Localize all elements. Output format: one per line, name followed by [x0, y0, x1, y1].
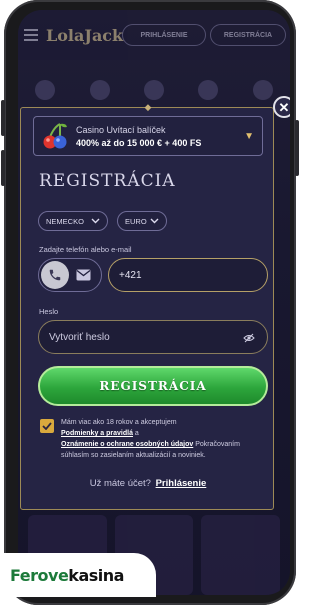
- check-icon: [42, 422, 52, 430]
- chevron-down-icon: [150, 217, 159, 226]
- close-icon[interactable]: ✕: [273, 96, 290, 118]
- terms-link[interactable]: Podmienky a pravidlá: [61, 430, 133, 437]
- menu-icon[interactable]: [24, 29, 38, 41]
- bonus-selector[interactable]: Casino Uvítací balíček 400% až do 15 000…: [33, 116, 263, 156]
- terms-part1: Mám viac ako 18 rokov a akceptujem: [61, 419, 177, 426]
- country-value: NEMECKO: [46, 216, 84, 226]
- bonus-subtitle: 400% až do 15 000 € + 400 FS: [76, 137, 202, 148]
- site-logo: LolaJack: [46, 25, 124, 45]
- registration-modal: ◆ Casino Uvítací balíček 400% až do 15 0…: [20, 103, 275, 510]
- register-submit-button[interactable]: REGISTRÁCIA: [38, 366, 268, 406]
- chevron-down-icon: ▼: [244, 131, 254, 142]
- contact-type-toggle: [38, 258, 102, 292]
- password-input[interactable]: Vytvoriť heslo: [38, 320, 268, 354]
- terms-checkbox[interactable]: [40, 419, 54, 433]
- bonus-title: Casino Uvítací balíček: [76, 124, 166, 135]
- modal-ornament: ◆: [144, 102, 152, 112]
- terms-part2: a: [132, 430, 139, 437]
- side-button: [1, 100, 5, 136]
- chevron-down-icon: [91, 217, 100, 226]
- privacy-link[interactable]: Oznámenie o ochrane osobných údajov: [61, 441, 193, 448]
- power-button: [295, 120, 299, 176]
- have-account-row: Už máte účet? Prihlásenie: [21, 478, 275, 489]
- header-register-button[interactable]: REGISTRÁCIA: [210, 24, 286, 46]
- login-link[interactable]: Prihlásenie: [156, 478, 207, 489]
- phone-input[interactable]: +421: [108, 258, 268, 292]
- phone-icon[interactable]: [41, 261, 69, 289]
- side-button: [1, 150, 5, 186]
- password-label: Heslo: [39, 307, 59, 316]
- phone-frame: LolaJack PRIHLÁSENIE REGISTRÁCIA ◆ Casin…: [1, 0, 299, 605]
- password-placeholder: Vytvoriť heslo: [49, 331, 110, 343]
- terms-text: Mám viac ako 18 rokov a akceptujem Podmi…: [61, 417, 266, 461]
- watermark-logo: Ferovekasina: [0, 553, 156, 597]
- modal-title: REGISTRÁCIA: [39, 171, 176, 191]
- currency-select[interactable]: EURO: [117, 211, 167, 231]
- eye-off-icon[interactable]: [243, 333, 255, 346]
- cherry-icon: [40, 121, 70, 151]
- contact-label: Zadajte telefón alebo e-mail: [39, 245, 132, 254]
- mail-icon[interactable]: [76, 268, 91, 286]
- watermark-part2: kasina: [68, 565, 124, 585]
- country-select[interactable]: NEMECKO: [38, 211, 108, 231]
- screen: LolaJack PRIHLÁSENIE REGISTRÁCIA ◆ Casin…: [18, 10, 290, 595]
- watermark-part1: Ferove: [10, 565, 69, 585]
- header-login-button[interactable]: PRIHLÁSENIE: [122, 24, 206, 46]
- currency-value: EURO: [125, 216, 147, 226]
- have-account-text: Už máte účet?: [89, 478, 151, 489]
